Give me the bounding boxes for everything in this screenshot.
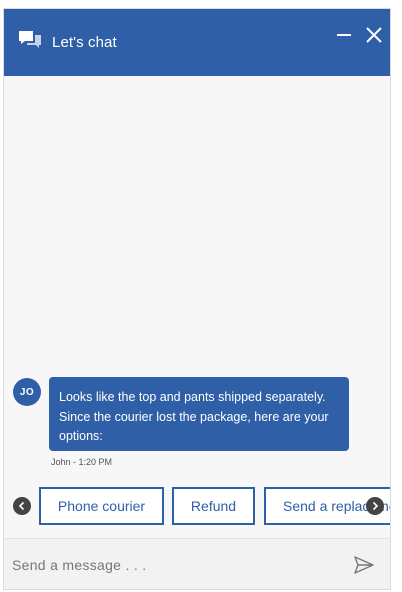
chat-bubbles-icon — [19, 31, 41, 48]
quick-replies: Phone courier Refund Send a replacement — [4, 487, 390, 527]
close-icon[interactable] — [364, 25, 384, 45]
quick-reply-refund[interactable]: Refund — [172, 487, 255, 525]
message-bubble: Looks like the top and pants shipped sep… — [49, 377, 349, 451]
chat-widget: Let's chat JO Looks like the top and pan… — [3, 8, 391, 590]
chat-title: Let's chat — [52, 34, 117, 51]
avatar: JO — [13, 378, 41, 406]
message-meta: John - 1:20 PM — [51, 457, 113, 467]
quick-reply-phone-courier[interactable]: Phone courier — [39, 487, 164, 525]
send-icon[interactable] — [354, 556, 374, 574]
chat-header: Let's chat — [4, 9, 390, 76]
message-input[interactable] — [12, 551, 332, 579]
chevron-right-icon[interactable] — [366, 497, 384, 515]
message-list: JO Looks like the top and pants shipped … — [4, 76, 390, 531]
minimize-icon[interactable] — [335, 29, 353, 47]
chevron-left-icon[interactable] — [13, 497, 31, 515]
message-composer — [4, 538, 390, 589]
